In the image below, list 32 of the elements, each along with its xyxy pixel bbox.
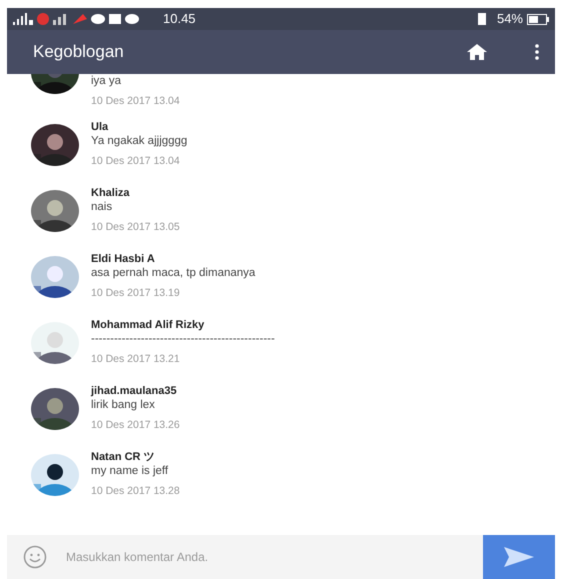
more-options-icon[interactable] (535, 44, 539, 60)
comment-text: Ya ngakak ajjjgggg (91, 134, 188, 149)
emoji-icon[interactable] (23, 545, 47, 569)
signal-icon (53, 14, 69, 24)
comment-date: 10 Des 2017 13.19 (91, 286, 181, 300)
signal-icon (13, 13, 33, 25)
commenter-name: Natan CR ツ (91, 450, 156, 464)
commenter-name: Khaliza (91, 186, 131, 200)
home-icon[interactable] (467, 44, 487, 60)
comment-text: asa pernah maca, tp dimananya (91, 266, 256, 281)
battery-icon (527, 14, 549, 24)
comment-text: ------------------------------------------------ (91, 332, 275, 347)
comment-date: 10 Des 2017 13.28 (91, 484, 180, 498)
commenter-name: jihad.maulana35 (91, 384, 178, 398)
comment-text: iya ya (91, 74, 122, 89)
comment-date: 10 Des 2017 13.26 (91, 418, 180, 432)
commenter-name: Ula (91, 120, 110, 134)
comment-text: nais (91, 200, 114, 215)
comment-date: 10 Des 2017 13.05 (91, 220, 180, 234)
comment-date: 10 Des 2017 13.04 (91, 94, 180, 108)
comment-input[interactable]: Masukkan komentar Anda. (7, 535, 483, 579)
commenter-name: Mohammad Alif Rizky (91, 318, 206, 332)
send-icon (504, 547, 534, 567)
app-title: Kegoblogan (33, 41, 124, 64)
commenter-name: Eldi Hasbi A (91, 252, 156, 266)
clock-time: 10.45 (163, 10, 196, 28)
comment-text: my name is jeff (91, 464, 170, 479)
comment-date: 10 Des 2017 13.04 (91, 154, 181, 168)
comment-text: lirik bang lex (91, 398, 156, 413)
comment-date: 10 Des 2017 13.21 (91, 352, 181, 366)
battery-percent: 54% (496, 10, 523, 28)
send-button[interactable] (483, 535, 555, 579)
